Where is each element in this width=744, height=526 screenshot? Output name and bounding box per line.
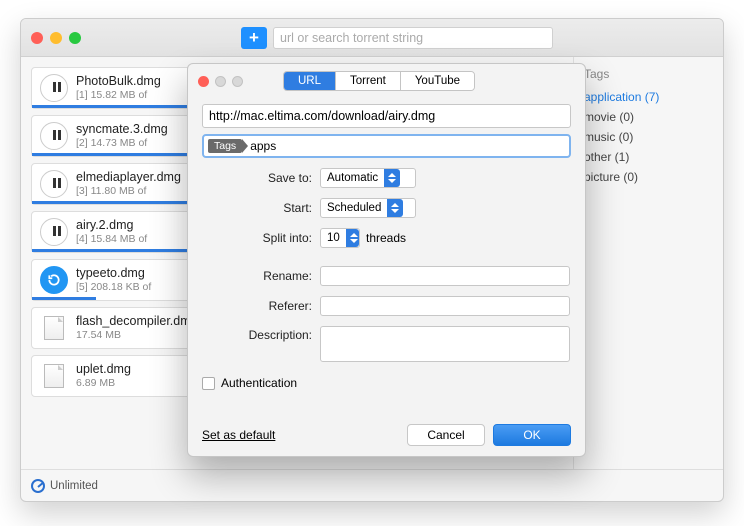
tags-chip: Tags [208,139,242,153]
start-select[interactable]: Scheduled [320,198,416,218]
close-icon[interactable] [31,32,43,44]
download-name: uplet.dmg [76,362,131,377]
description-input[interactable] [320,326,570,362]
dialog-close-icon[interactable] [198,76,209,87]
retry-icon[interactable] [40,266,68,294]
download-meta: [1] 15.82 MB of [76,89,161,102]
tab-torrent[interactable]: Torrent [335,72,400,90]
set-default-link[interactable]: Set as default [202,428,275,442]
zoom-icon[interactable] [69,32,81,44]
pause-icon[interactable] [40,74,68,102]
speed-icon [31,479,45,493]
referer-input[interactable] [320,296,570,316]
tag-item[interactable]: picture (0) [584,167,713,187]
auth-checkbox[interactable] [202,377,215,390]
download-name: elmediaplayer.dmg [76,170,181,185]
split-select[interactable]: 10 [320,228,360,248]
tab-url[interactable]: URL [284,72,335,90]
tag-item[interactable]: movie (0) [584,107,713,127]
saveto-select[interactable]: Automatic [320,168,416,188]
download-meta: [3] 11.80 MB of [76,185,181,198]
chevron-updown-icon [346,229,359,247]
file-icon [44,316,64,340]
search-input[interactable]: url or search torrent string [273,27,553,49]
chevron-updown-icon [384,169,400,187]
download-name: syncmate.3.dmg [76,122,168,137]
download-meta: [5] 208.18 KB of [76,281,151,294]
download-meta: 6.89 MB [76,377,131,390]
download-meta: 17.54 MB [76,329,198,342]
chevron-updown-icon [387,199,403,217]
split-suffix: threads [366,231,406,245]
tags-text: apps [250,139,276,153]
status-bar: Unlimited [21,469,723,501]
pause-icon[interactable] [40,218,68,246]
add-url-dialog: URL Torrent YouTube http://mac.eltima.co… [187,63,586,457]
tags-input[interactable]: Tags apps [202,134,571,158]
tag-item[interactable]: application (7) [584,87,713,107]
saveto-label: Save to: [202,171,320,185]
url-input[interactable]: http://mac.eltima.com/download/airy.dmg [202,104,571,128]
split-label: Split into: [202,231,320,245]
tag-item[interactable]: music (0) [584,127,713,147]
ok-button[interactable]: OK [493,424,571,446]
main-titlebar: + url or search torrent string [21,19,723,57]
start-label: Start: [202,201,320,215]
status-text: Unlimited [50,480,98,492]
minimize-icon[interactable] [50,32,62,44]
auth-label: Authentication [221,376,297,390]
traffic-lights [31,32,81,44]
pause-icon[interactable] [40,170,68,198]
tab-youtube[interactable]: YouTube [400,72,474,90]
download-meta: [2] 14.73 MB of [76,137,168,150]
rename-label: Rename: [202,269,320,283]
download-name: PhotoBulk.dmg [76,74,161,89]
dialog-titlebar: URL Torrent YouTube [188,64,585,98]
description-label: Description: [202,326,320,342]
sidebar-header: Tags [584,67,713,81]
download-meta: [4] 15.84 MB of [76,233,147,246]
download-name: flash_decompiler.dmg [76,314,198,329]
referer-label: Referer: [202,299,320,313]
rename-input[interactable] [320,266,570,286]
dialog-min-icon [215,76,226,87]
add-button[interactable]: + [241,27,267,49]
tag-item[interactable]: other (1) [584,147,713,167]
download-name: typeeto.dmg [76,266,151,281]
tags-sidebar: Tags application (7)movie (0)music (0)ot… [573,57,723,469]
file-icon [44,364,64,388]
source-tabs: URL Torrent YouTube [283,71,475,91]
dialog-zoom-icon [232,76,243,87]
download-name: airy.2.dmg [76,218,147,233]
cancel-button[interactable]: Cancel [407,424,485,446]
pause-icon[interactable] [40,122,68,150]
